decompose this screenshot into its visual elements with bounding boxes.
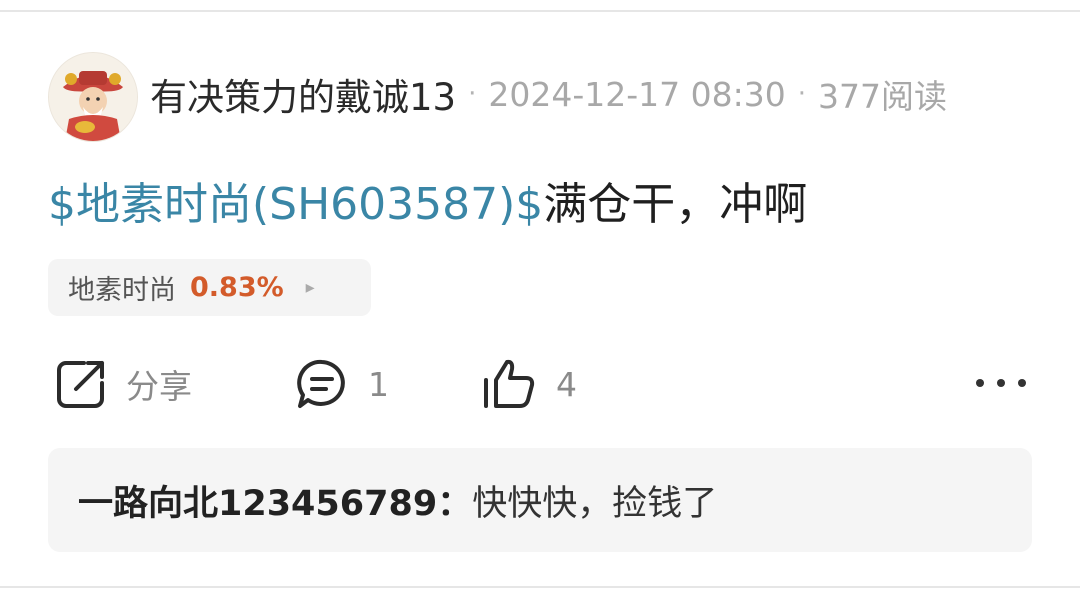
share-button[interactable]: 分享 xyxy=(54,356,192,412)
avatar[interactable] xyxy=(48,52,138,142)
like-button[interactable]: 4 xyxy=(480,356,577,412)
more-icon xyxy=(1018,379,1026,387)
read-count: 377阅读 xyxy=(818,77,947,116)
comment-count: 1 xyxy=(368,364,389,404)
meta-separator: · xyxy=(468,79,477,109)
post-meta: 有决策力的戴诚13 · 2024-12-17 08:30 · 377阅读 xyxy=(150,66,947,122)
reply-text: 快快快，捡钱了 xyxy=(472,483,718,524)
reply-username[interactable]: 一路向北123456789： xyxy=(78,475,472,526)
author-name[interactable]: 有决策力的戴诚13 xyxy=(150,67,456,121)
like-count: 4 xyxy=(556,364,577,404)
share-icon xyxy=(57,361,104,408)
chevron-right-icon: ▸ xyxy=(305,277,315,298)
thumbs-up-icon xyxy=(484,359,535,408)
share-label: 分享 xyxy=(126,367,192,406)
bottom-divider xyxy=(0,586,1080,588)
stock-chip-change: 0.83% xyxy=(190,272,284,303)
avatar-image xyxy=(49,53,137,141)
meta-separator: · xyxy=(797,79,806,109)
more-icon xyxy=(997,379,1005,387)
comment-icon xyxy=(297,359,345,408)
stock-chip-name: 地素时尚 xyxy=(68,275,176,306)
stock-chip[interactable]: 地素时尚 0.83% ▸ xyxy=(48,259,371,316)
top-divider xyxy=(0,10,1080,12)
post-timestamp: 2024-12-17 08:30 xyxy=(488,74,786,114)
more-button[interactable] xyxy=(976,368,1026,398)
reply-preview[interactable]: 一路向北123456789： 快快快，捡钱了 xyxy=(48,448,1032,552)
post-body: 满仓干，冲啊 xyxy=(543,179,808,230)
post-content: $地素时尚(SH603587)$ 满仓干，冲啊 xyxy=(48,166,807,234)
more-icon xyxy=(976,379,984,387)
stock-link[interactable]: $地素时尚(SH603587)$ xyxy=(48,168,543,232)
comment-button[interactable]: 1 xyxy=(294,356,389,412)
